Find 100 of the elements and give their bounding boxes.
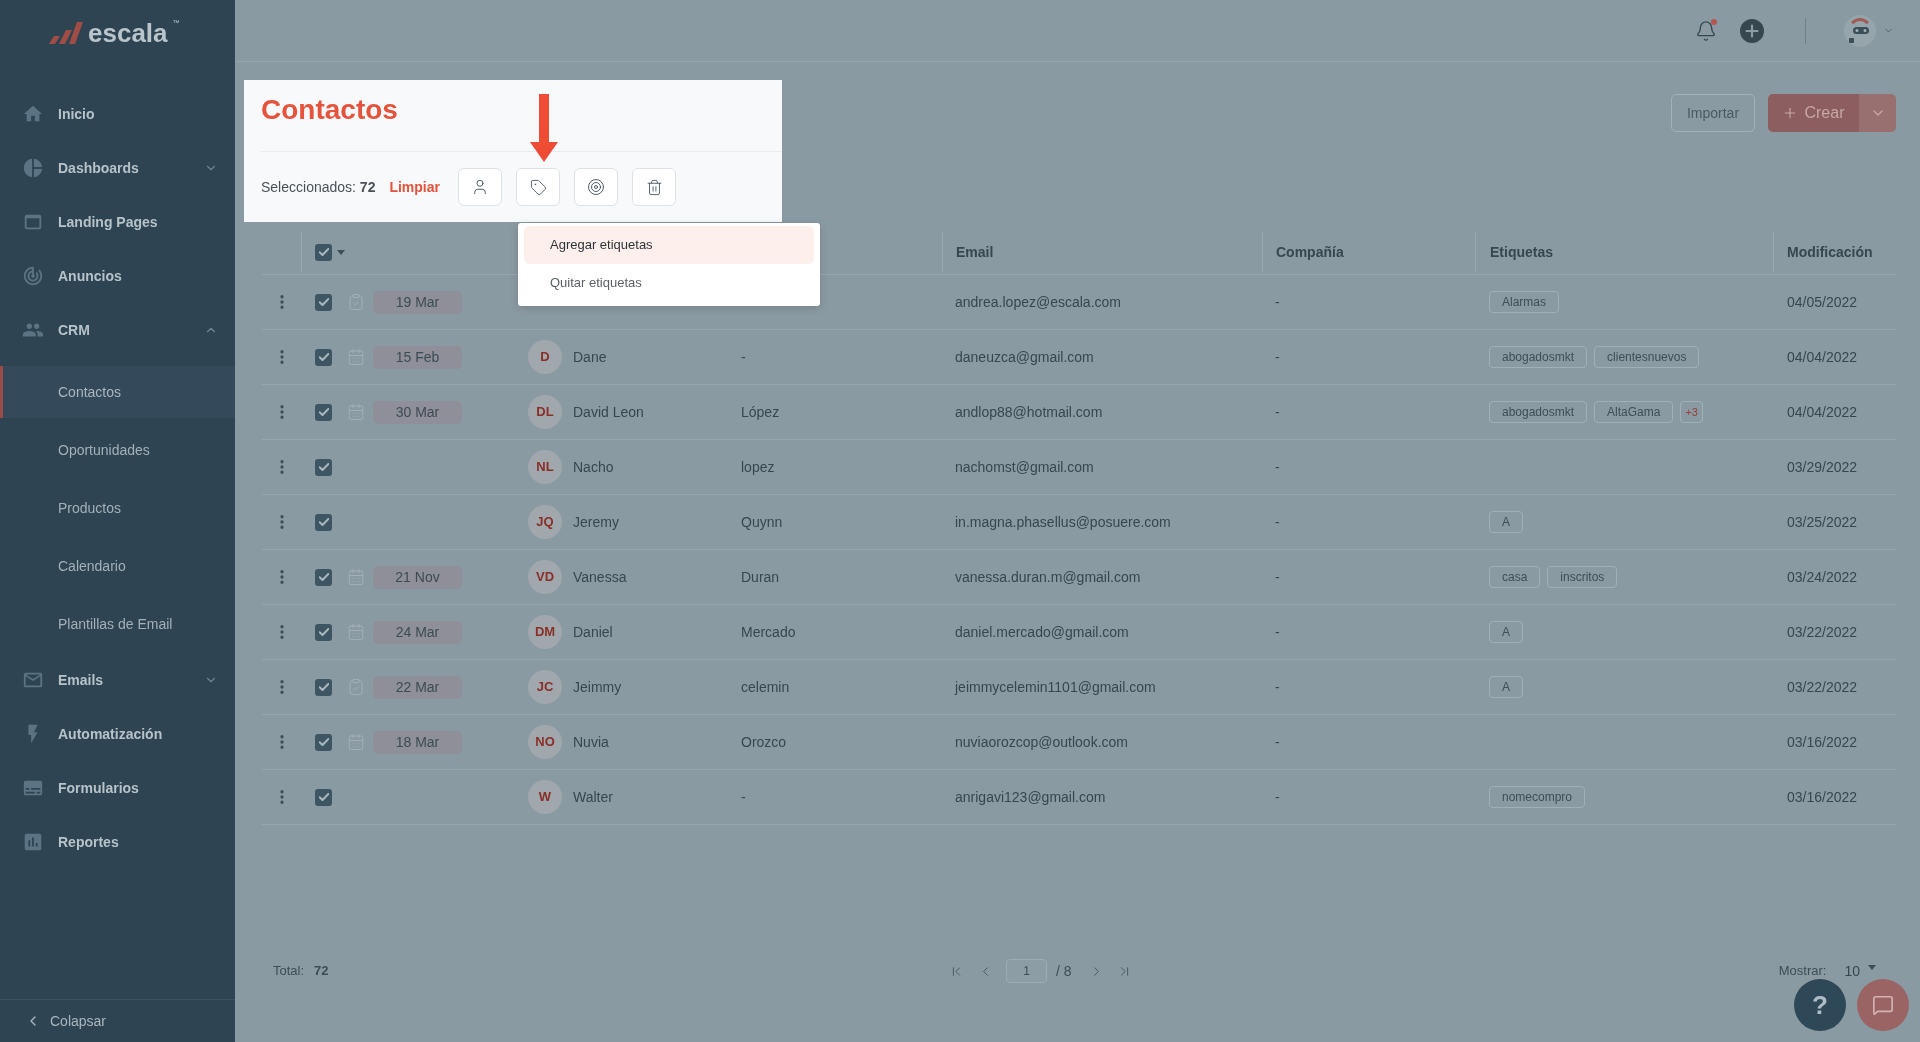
first-name: Walter [573, 787, 613, 807]
sidebar-item[interactable]: Anuncios [0, 249, 235, 303]
sidebar-item[interactable]: Landing Pages [0, 195, 235, 249]
chat-icon [1872, 994, 1894, 1016]
page-title: Contactos [261, 93, 399, 127]
column-header: Etiquetas [1490, 242, 1553, 262]
caret-down-icon [1868, 964, 1876, 970]
checkmark-icon [318, 298, 329, 306]
checkmark-icon [318, 573, 329, 581]
activity-date: 18 Mar [373, 730, 462, 754]
notification-bell-icon[interactable] [1695, 19, 1717, 42]
checkbox[interactable] [315, 458, 332, 476]
checkbox[interactable] [315, 348, 332, 366]
checkbox[interactable] [315, 403, 332, 421]
tag: AltaGama [1594, 401, 1674, 423]
calendar-icon [347, 623, 365, 641]
down-arrow-icon [530, 94, 558, 162]
calendar-icon [347, 403, 365, 421]
activity-date: 30 Mar [373, 400, 462, 424]
checkbox[interactable] [315, 293, 332, 311]
checkbox[interactable] [315, 733, 332, 751]
assign-owner-button[interactable] [458, 168, 502, 206]
checkmark-icon [318, 408, 329, 416]
tag: abogadosmkt [1489, 401, 1588, 423]
pie-chart-icon [22, 157, 44, 179]
modified-date: 03/22/2022 [1787, 678, 1858, 695]
email-address: daneuzca@gmail.com [955, 348, 1094, 365]
last-name: - [741, 348, 746, 365]
clipboard-check-icon [347, 293, 365, 311]
logo-icon [49, 22, 83, 44]
email-address: nuviaorozcop@outlook.com [955, 733, 1128, 750]
collapse-button[interactable]: Colapsar [0, 1000, 235, 1042]
sidebar-subitem[interactable]: Contactos [0, 366, 235, 418]
checkmark-icon [318, 463, 329, 471]
user-icon [471, 178, 489, 196]
tag: A [1489, 621, 1523, 643]
total-count: 72 [314, 962, 329, 981]
last-name: lopez [741, 458, 775, 475]
delete-button[interactable] [632, 168, 676, 206]
checkmark-icon [318, 628, 329, 636]
checkmark-icon [318, 248, 329, 256]
first-name: David Leon [573, 402, 644, 422]
target-icon [587, 178, 605, 196]
campaign-button[interactable] [574, 168, 618, 206]
first-name: Jeimmy [573, 677, 622, 697]
company-name: - [1275, 568, 1280, 585]
checkmark-icon [318, 683, 329, 691]
sidebar-item[interactable]: CRM [0, 303, 235, 357]
sidebar-subitem[interactable]: Oportunidades [0, 424, 235, 476]
tag: A [1489, 676, 1523, 698]
sidebar-item[interactable]: Inicio [0, 87, 235, 141]
checkbox[interactable] [315, 678, 332, 696]
sidebar-item[interactable]: Formularios [0, 761, 235, 815]
activity-date: 21 Nov [373, 565, 462, 589]
tag-button[interactable] [516, 168, 560, 206]
caret-down-icon[interactable] [337, 249, 345, 255]
modified-date: 03/16/2022 [1787, 788, 1858, 805]
checkmark-icon [318, 518, 329, 526]
menu-item[interactable]: Agregar etiquetas [524, 226, 814, 264]
avatar: NL [528, 450, 562, 484]
page-size-select[interactable]: 10 [1844, 960, 1876, 982]
checkbox[interactable] [315, 623, 332, 641]
last-name: Quynn [741, 513, 783, 530]
sidebar-subitem[interactable]: Calendario [0, 540, 235, 592]
chat-button[interactable] [1857, 979, 1909, 1031]
checkbox[interactable] [315, 513, 332, 531]
help-button[interactable]: ? [1794, 979, 1846, 1031]
sidebar-item[interactable]: Reportes [0, 815, 235, 869]
sidebar-subitem[interactable]: Productos [0, 482, 235, 534]
first-name: Nacho [573, 457, 614, 477]
page-input[interactable]: 1 [1006, 959, 1047, 983]
sidebar-subitem[interactable]: Plantillas de Email [0, 598, 235, 650]
checkbox[interactable] [315, 243, 332, 261]
add-icon[interactable] [1740, 18, 1764, 43]
sidebar-item[interactable]: Automatización [0, 707, 235, 761]
checkbox[interactable] [315, 788, 332, 806]
checkmark-icon [318, 793, 329, 801]
robot-avatar-icon[interactable] [1843, 13, 1877, 48]
last-name: Mercado [741, 623, 796, 640]
first-name: Daniel [573, 622, 613, 642]
calendar-icon [347, 733, 365, 751]
clear-link[interactable]: Limpiar [389, 176, 440, 198]
sidebar-item[interactable]: Dashboards [0, 141, 235, 195]
email-address: jeimmycelemin1101@gmail.com [955, 678, 1156, 695]
avatar: D [528, 340, 562, 374]
checkbox[interactable] [315, 568, 332, 586]
tag: clientesnuevos [1594, 346, 1700, 368]
first-name: Vanessa [573, 567, 627, 587]
activity-date: 19 Mar [373, 290, 462, 314]
email-address: daniel.mercado@gmail.com [955, 623, 1129, 640]
selection-count: Seleccionados: 72 [261, 177, 376, 197]
company-name: - [1275, 733, 1280, 750]
clipboard-check-icon [347, 678, 365, 696]
checkmark-icon [318, 353, 329, 361]
sidebar-item[interactable]: Emails [0, 653, 235, 707]
email-address: andlop88@hotmail.com [955, 403, 1103, 420]
modified-date: 03/29/2022 [1787, 458, 1858, 475]
company-name: - [1275, 458, 1280, 475]
page-count: / 8 [1056, 961, 1072, 981]
menu-item[interactable]: Quitar etiquetas [524, 264, 814, 302]
